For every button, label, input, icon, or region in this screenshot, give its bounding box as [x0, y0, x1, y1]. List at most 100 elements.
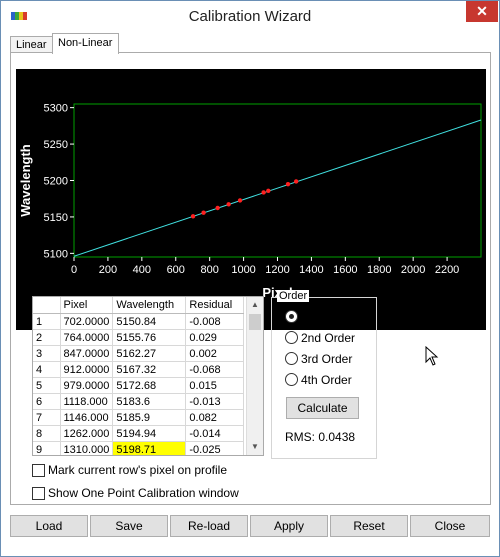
table-cell[interactable]: 5167.32	[112, 361, 187, 378]
table-cell[interactable]: 1262.000	[60, 425, 114, 442]
row-number[interactable]: 6	[33, 393, 61, 410]
table-cell[interactable]: 5185.9	[112, 409, 187, 426]
data-point	[190, 214, 196, 219]
scroll-thumb[interactable]	[249, 314, 261, 330]
x-tick-label: 400	[133, 264, 151, 276]
table-cell[interactable]: 5183.6	[112, 393, 187, 410]
order-legend: Order	[277, 290, 310, 302]
close-icon[interactable]: ✕	[466, 1, 498, 22]
radio-1st-order-label: 1st Order	[301, 310, 352, 324]
table-row[interactable]: 1 702.0000 5150.84 -0.008	[33, 313, 245, 330]
table-row[interactable]: 8 1262.000 5194.94 -0.014	[33, 425, 245, 442]
table-cell[interactable]: 1310.000	[60, 441, 114, 455]
row-number[interactable]: 1	[33, 313, 61, 330]
calculate-button[interactable]: Calculate	[286, 397, 359, 419]
table-cell[interactable]: 0.029	[185, 329, 245, 346]
x-tick-label: 1800	[367, 264, 391, 276]
table-row[interactable]: 5 979.0000 5172.68 0.015	[33, 377, 245, 394]
y-axis-label: Wavelength	[18, 144, 33, 217]
radio-3rd-order-indicator[interactable]	[285, 352, 298, 365]
y-tick-label: 5250	[44, 139, 68, 151]
table-cell[interactable]: -0.013	[185, 393, 245, 410]
radio-4th-order-label: 4th Order	[301, 373, 352, 387]
table-row[interactable]: 9 1310.000 5198.71 -0.025	[33, 441, 245, 455]
rms-value: RMS: 0.0438	[285, 430, 356, 444]
y-tick-label: 5150	[44, 212, 68, 224]
title-bar[interactable]: Calibration Wizard ✕	[1, 1, 499, 32]
table-cell[interactable]: 5155.76	[112, 329, 187, 346]
row-number[interactable]: 4	[33, 361, 61, 378]
table-cell[interactable]: -0.008	[185, 313, 245, 330]
table-cell[interactable]: 1146.000	[60, 409, 114, 426]
row-number[interactable]: 2	[33, 329, 61, 346]
data-point	[226, 202, 231, 207]
table-cell[interactable]: -0.014	[185, 425, 245, 442]
table-cell[interactable]: 847.0000	[60, 345, 114, 362]
table-cell[interactable]: 1118.000	[60, 393, 114, 410]
data-point	[285, 181, 291, 187]
table-cell[interactable]: 5162.27	[112, 345, 187, 362]
table-cell[interactable]: 979.0000	[60, 377, 114, 394]
data-point	[201, 210, 206, 215]
x-tick-label: 0	[71, 264, 77, 276]
column-header[interactable]: Residual	[185, 297, 245, 314]
table-cell[interactable]: -0.025	[185, 441, 245, 455]
data-point	[237, 198, 243, 203]
y-tick-label: 5100	[44, 248, 68, 260]
x-tick-label: 200	[99, 264, 117, 276]
radio-3rd-order-label: 3rd Order	[301, 352, 353, 366]
load-button[interactable]: Load	[10, 515, 88, 537]
row-number[interactable]: 7	[33, 409, 61, 426]
x-tick-label: 1400	[299, 264, 323, 276]
table-cell[interactable]: 5198.71	[112, 441, 187, 455]
radio-2nd-order-indicator[interactable]	[285, 331, 298, 344]
tab-non-linear[interactable]: Non-Linear	[52, 33, 119, 54]
table-cell[interactable]: 702.0000	[60, 313, 114, 330]
data-point	[293, 179, 299, 184]
x-tick-label: 2200	[435, 264, 459, 276]
scroll-down-icon[interactable]: ▼	[247, 439, 263, 455]
scroll-up-icon[interactable]: ▲	[247, 297, 263, 313]
table-cell[interactable]: 764.0000	[60, 329, 114, 346]
window-title: Calibration Wizard	[188, 8, 312, 25]
table-cell[interactable]: 5150.84	[112, 313, 187, 330]
table-cell[interactable]: 0.082	[185, 409, 245, 426]
apply-button[interactable]: Apply	[250, 515, 328, 537]
table-row[interactable]: 4 912.0000 5167.32 -0.068	[33, 361, 245, 378]
column-header[interactable]: Pixel	[60, 297, 114, 314]
data-point	[266, 188, 271, 193]
table-cell[interactable]: 5194.94	[112, 425, 187, 442]
row-number[interactable]: 8	[33, 425, 61, 442]
table-row[interactable]: 6 1118.000 5183.6 -0.013	[33, 393, 245, 410]
table-cell[interactable]: 5172.68	[112, 377, 187, 394]
table-scrollbar[interactable]: ▲ ▼	[246, 297, 263, 455]
table-cell[interactable]: 0.015	[185, 377, 245, 394]
y-tick-label: 5300	[44, 103, 68, 115]
radio-1st-order-indicator[interactable]	[285, 310, 298, 323]
x-tick-label: 1000	[231, 264, 255, 276]
row-number[interactable]: 5	[33, 377, 61, 394]
row-number[interactable]: 3	[33, 345, 61, 362]
table-cell[interactable]: 0.002	[185, 345, 245, 362]
table-cell[interactable]: 912.0000	[60, 361, 114, 378]
calibration-table[interactable]: Pixel Wavelength Residual 1 702.0000 5150.84…	[32, 296, 264, 456]
table-cell[interactable]: -0.068	[185, 361, 245, 378]
table-row[interactable]: 3 847.0000 5162.27 0.002	[33, 345, 245, 362]
column-header[interactable]: Wavelength	[112, 297, 187, 314]
mouse-pointer-icon	[425, 346, 439, 366]
one-point-label: Show One Point Calibration window	[48, 486, 239, 500]
column-header[interactable]	[33, 297, 61, 314]
x-tick-label: 2000	[401, 264, 425, 276]
mark-pixel-checkbox[interactable]	[32, 464, 45, 477]
table-row[interactable]: 2 764.0000 5155.76 0.029	[33, 329, 245, 346]
row-number[interactable]: 9	[33, 441, 61, 455]
table-row[interactable]: 7 1146.000 5185.9 0.082	[33, 409, 245, 426]
reload-button[interactable]: Re-load	[170, 515, 248, 537]
save-button[interactable]: Save	[90, 515, 168, 537]
radio-4th-order-indicator[interactable]	[285, 373, 298, 386]
close-button[interactable]: Close	[410, 515, 490, 537]
calibration-wizard-window: Calibration Wizard ✕ Linear Non-Linear 5…	[0, 0, 500, 557]
x-tick-label: 600	[167, 264, 185, 276]
one-point-checkbox[interactable]	[32, 487, 45, 500]
reset-button[interactable]: Reset	[330, 515, 408, 537]
